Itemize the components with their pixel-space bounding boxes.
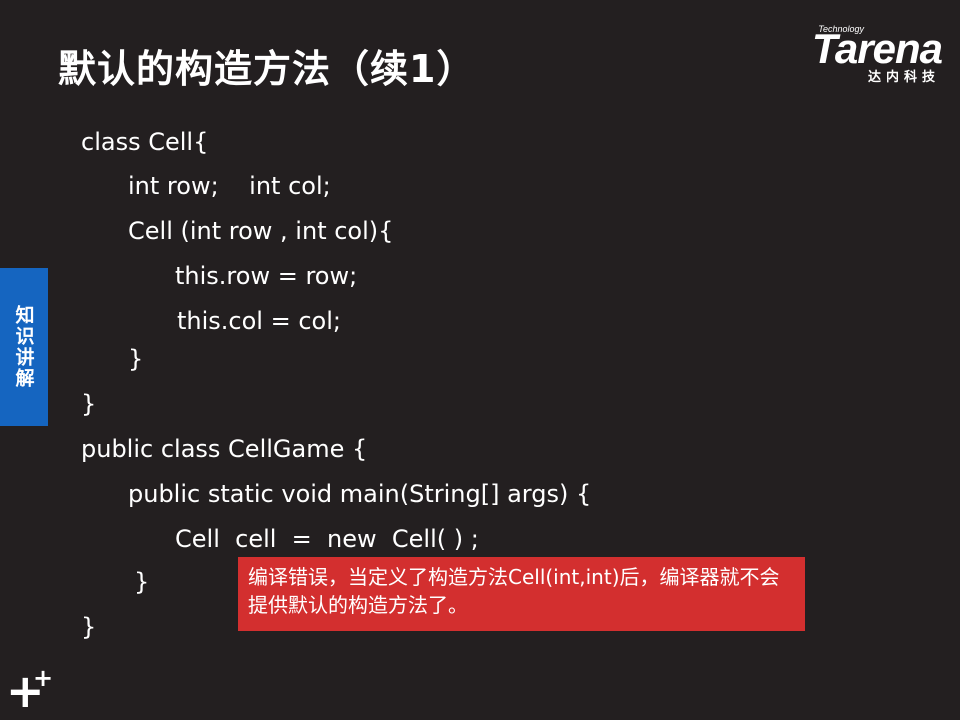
code-line: public class CellGame {: [81, 435, 368, 463]
code-line: }: [134, 568, 150, 596]
code-line: int row; int col;: [128, 172, 331, 200]
code-line: this.col = col;: [177, 307, 341, 335]
code-line: this.row = row;: [175, 262, 358, 290]
slide-title: 默认的构造方法（续1）: [58, 47, 476, 91]
tarena-logo: Technology Tarena 达内科技: [772, 22, 943, 86]
logo-subtitle: 达内科技: [867, 70, 940, 85]
code-line: }: [81, 613, 97, 641]
side-tab-label: 知识讲解: [12, 305, 35, 389]
error-callout-text: 编译错误，当定义了构造方法Cell(int,int)后，编译器就不会提供默认的构…: [248, 565, 780, 617]
error-callout: 编译错误，当定义了构造方法Cell(int,int)后，编译器就不会提供默认的构…: [238, 557, 805, 631]
code-line: Cell cell = new Cell( ) ;: [175, 525, 479, 553]
code-line: class Cell{: [81, 128, 209, 156]
code-line: public static void main(String[] args) {: [128, 480, 592, 508]
side-tab-knowledge: 知识讲解: [0, 268, 48, 426]
small-plus-icon: +: [33, 664, 54, 692]
code-line: Cell (int row , int col){: [128, 217, 394, 245]
logo-wordmark: Tarena: [811, 25, 943, 72]
code-line: }: [128, 345, 144, 373]
code-line: }: [81, 390, 97, 418]
